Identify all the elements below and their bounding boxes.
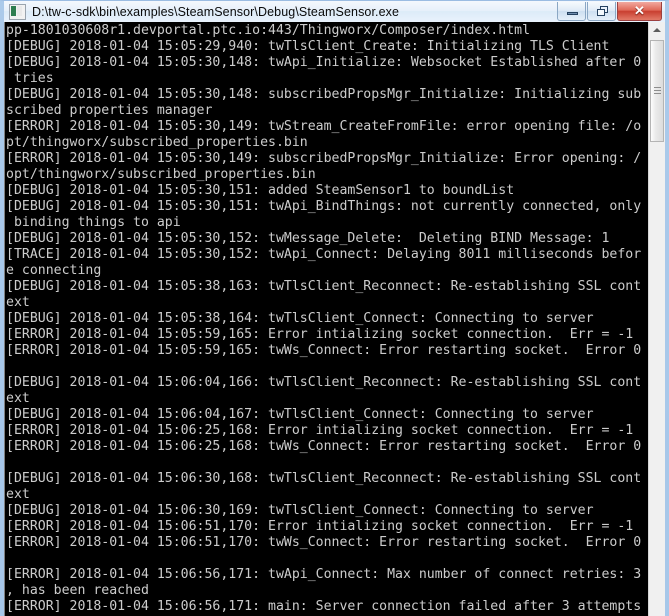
vertical-scrollbar[interactable] — [648, 22, 665, 616]
scrollbar-thumb[interactable] — [650, 40, 664, 142]
minimize-button[interactable] — [557, 2, 586, 21]
console-output-surface[interactable]: pp-1801030608r1.devportal.ptc.io:443/Thi… — [4, 22, 648, 616]
window-controls: ✕ — [556, 2, 662, 21]
console-window: D:\tw-c-sdk\bin\examples\SteamSensor\Deb… — [0, 0, 669, 616]
console-app-icon — [9, 3, 26, 20]
restore-icon — [597, 6, 608, 16]
scroll-up-arrow-button[interactable] — [649, 22, 665, 39]
triangle-up-icon — [653, 28, 661, 32]
close-button[interactable]: ✕ — [617, 2, 662, 21]
close-icon: ✕ — [634, 3, 645, 18]
console-client-area: pp-1801030608r1.devportal.ptc.io:443/Thi… — [4, 22, 665, 616]
scrollbar-track[interactable] — [649, 142, 665, 616]
console-output-text: pp-1801030608r1.devportal.ptc.io:443/Thi… — [6, 23, 642, 616]
restore-button[interactable] — [587, 2, 616, 21]
scrollbar-grip-icon — [654, 87, 661, 94]
minimize-icon — [567, 12, 578, 15]
title-bar[interactable]: D:\tw-c-sdk\bin\examples\SteamSensor\Deb… — [4, 1, 665, 22]
